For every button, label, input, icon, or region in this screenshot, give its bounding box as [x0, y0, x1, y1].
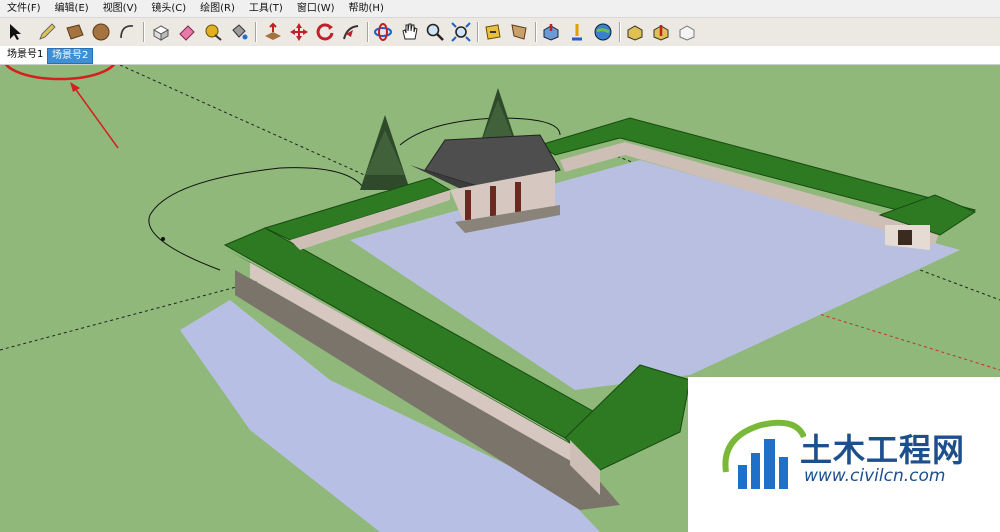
- get-models-icon[interactable]: [540, 21, 562, 43]
- menu-help[interactable]: 帮助(H): [342, 0, 391, 17]
- rotate-icon[interactable]: [314, 21, 336, 43]
- paint-bucket-icon[interactable]: [228, 21, 250, 43]
- make-component-icon[interactable]: [150, 21, 172, 43]
- google-earth-icon[interactable]: [592, 21, 614, 43]
- menu-edit[interactable]: 编辑(E): [48, 0, 96, 17]
- menu-file[interactable]: 文件(F): [0, 0, 48, 17]
- share-component-icon[interactable]: [650, 21, 672, 43]
- push-pull-icon[interactable]: [262, 21, 284, 43]
- arc-icon[interactable]: [116, 21, 138, 43]
- orbit-icon[interactable]: [372, 21, 394, 43]
- next-view-icon[interactable]: [508, 21, 530, 43]
- menu-camera[interactable]: 镜头(C): [144, 0, 193, 17]
- watermark-url: www.civilcn.com: [804, 466, 946, 486]
- zoom-extents-icon[interactable]: [450, 21, 472, 43]
- dynamic-component-icon[interactable]: [676, 21, 698, 43]
- zoom-icon[interactable]: [424, 21, 446, 43]
- pencil-icon[interactable]: [36, 21, 58, 43]
- pan-icon[interactable]: [398, 21, 420, 43]
- menu-draw[interactable]: 绘图(R): [193, 0, 242, 17]
- rectangle-icon[interactable]: [64, 21, 86, 43]
- menu-tools[interactable]: 工具(T): [242, 0, 290, 17]
- previous-view-icon[interactable]: [482, 21, 504, 43]
- share-model-icon[interactable]: [566, 21, 588, 43]
- scene-tabs: 场景号1 场景号2: [0, 46, 1000, 65]
- menu-window[interactable]: 窗口(W): [290, 0, 342, 17]
- follow-me-icon[interactable]: [340, 21, 362, 43]
- menu-bar: 文件(F) 编辑(E) 视图(V) 镜头(C) 绘图(R) 工具(T) 窗口(W…: [0, 0, 1000, 18]
- main-toolbar: [0, 18, 1000, 47]
- eraser-icon[interactable]: [176, 21, 198, 43]
- tab-scene-2[interactable]: 场景号2: [47, 48, 94, 64]
- tape-measure-icon[interactable]: [202, 21, 224, 43]
- move-icon[interactable]: [288, 21, 310, 43]
- watermark-logo-icon: [722, 419, 806, 489]
- menu-view[interactable]: 视图(V): [96, 0, 145, 17]
- tab-scene-1[interactable]: 场景号1: [3, 48, 47, 62]
- get-component-icon[interactable]: [624, 21, 646, 43]
- arc-endpoint: [161, 237, 165, 241]
- circle-icon[interactable]: [90, 21, 112, 43]
- watermark-title: 土木工程网: [800, 431, 966, 469]
- gate-house-door: [898, 230, 912, 245]
- select-icon[interactable]: [4, 21, 26, 43]
